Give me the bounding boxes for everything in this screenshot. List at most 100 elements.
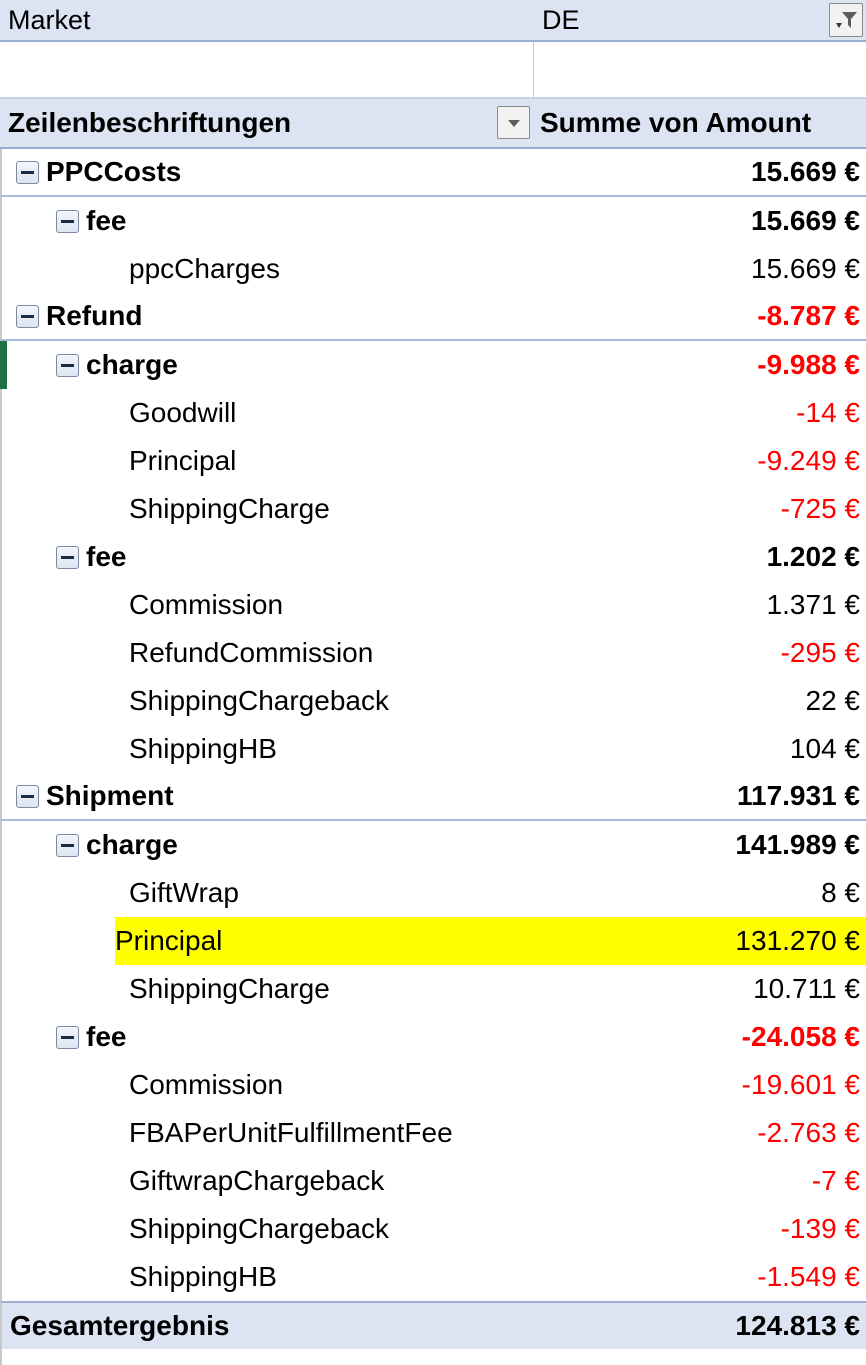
table-row[interactable]: fee 1.202 € xyxy=(0,533,866,581)
row-label-cell[interactable]: ShippingHB xyxy=(2,725,536,773)
table-row[interactable]: Commission 1.371 € xyxy=(0,581,866,629)
row-label-text: Principal xyxy=(115,925,223,956)
row-label-cell[interactable]: Commission xyxy=(2,581,536,629)
filter-selected-value[interactable]: DE xyxy=(534,6,866,34)
collapse-minus-icon[interactable] xyxy=(56,353,79,377)
row-value-cell: -9.249 € xyxy=(757,445,860,476)
row-label-cell[interactable]: fee xyxy=(2,197,536,245)
table-row[interactable]: charge -9.988 € xyxy=(0,341,866,389)
table-row[interactable]: ShippingHB -1.549 € xyxy=(0,1253,866,1301)
table-row[interactable]: Commission -19.601 € xyxy=(0,1061,866,1109)
collapse-minus-icon[interactable] xyxy=(16,304,39,328)
table-row[interactable]: GiftwrapChargeback -7 € xyxy=(0,1157,866,1205)
row-label-text: Principal xyxy=(129,445,237,476)
row-label-text: charge xyxy=(86,349,178,380)
row-label-text: Shipment xyxy=(46,780,174,811)
row-value-cell: -9.988 € xyxy=(757,349,860,380)
table-row[interactable]: ppcCharges 15.669 € xyxy=(0,245,866,293)
row-label-text: Refund xyxy=(46,300,143,331)
row-label-text: PPCCosts xyxy=(46,156,182,187)
row-label-cell[interactable]: ppcCharges xyxy=(2,245,536,293)
table-row[interactable]: ShippingHB 104 € xyxy=(0,725,866,773)
row-label-cell[interactable]: GiftwrapChargeback xyxy=(2,1157,536,1205)
row-value-cell: -7 € xyxy=(811,1165,860,1196)
table-row[interactable]: Principal -9.249 € xyxy=(0,437,866,485)
row-label-cell[interactable]: Shipment xyxy=(2,773,536,819)
row-value-cell: -8.787 € xyxy=(757,300,860,331)
collapse-minus-icon[interactable] xyxy=(16,160,39,184)
row-value-cell: 117.931 € xyxy=(736,780,860,811)
blank-cell-right[interactable] xyxy=(534,42,866,97)
table-row[interactable]: fee 15.669 € xyxy=(0,197,866,245)
row-value-cell: -24.058 € xyxy=(741,1021,860,1052)
table-row[interactable]: charge 141.989 € xyxy=(0,821,866,869)
value-column-header[interactable]: Summe von Amount xyxy=(534,109,866,137)
collapse-minus-icon[interactable] xyxy=(56,1025,79,1049)
table-row[interactable]: Goodwill -14 € xyxy=(0,389,866,437)
row-label-cell[interactable]: fee xyxy=(2,1013,536,1061)
table-row[interactable]: ShippingCharge -725 € xyxy=(0,485,866,533)
row-label-cell[interactable]: Commission xyxy=(2,1061,536,1109)
row-label-cell[interactable]: Goodwill xyxy=(2,389,536,437)
minus-bar xyxy=(21,794,34,798)
table-row[interactable]: FBAPerUnitFulfillmentFee -2.763 € xyxy=(0,1109,866,1157)
collapse-minus-icon[interactable] xyxy=(56,833,79,857)
row-label-cell[interactable]: Principal xyxy=(2,917,536,965)
table-row[interactable]: RefundCommission -295 € xyxy=(0,629,866,677)
row-labels-header[interactable]: Zeilenbeschriftungen xyxy=(0,99,534,147)
row-value-cell: 15.669 € xyxy=(751,156,860,187)
collapse-minus-icon[interactable] xyxy=(56,209,79,233)
row-label-cell[interactable]: charge xyxy=(2,821,536,869)
row-labels-header-text: Zeilenbeschriftungen xyxy=(8,107,292,138)
table-row[interactable]: fee -24.058 € xyxy=(0,1013,866,1061)
row-label-cell[interactable]: Principal xyxy=(2,437,536,485)
row-value-cell: -1.549 € xyxy=(757,1261,860,1292)
row-label-text: RefundCommission xyxy=(129,637,374,668)
row-label-cell[interactable]: ShippingCharge xyxy=(2,485,536,533)
collapse-minus-icon[interactable] xyxy=(56,545,79,569)
grand-total-label: Gesamtergebnis xyxy=(10,1310,230,1341)
table-row[interactable]: ShippingChargeback -139 € xyxy=(0,1205,866,1253)
row-label-cell[interactable]: ShippingChargeback xyxy=(2,1205,536,1253)
row-label-text: charge xyxy=(86,829,178,860)
blank-cell-left[interactable] xyxy=(0,42,534,97)
minus-bar xyxy=(61,219,74,223)
row-label-cell[interactable]: ShippingChargeback xyxy=(2,677,536,725)
row-label-text: fee xyxy=(86,205,127,236)
table-row[interactable]: Shipment 117.931 € xyxy=(0,773,866,821)
collapse-minus-icon[interactable] xyxy=(16,784,39,808)
row-label-text: ShippingCharge xyxy=(129,493,330,524)
grand-total-label-cell: Gesamtergebnis xyxy=(2,1303,536,1349)
table-row[interactable]: PPCCosts 15.669 € xyxy=(0,149,866,197)
row-label-cell[interactable]: RefundCommission xyxy=(2,629,536,677)
pivot-rows-container: PPCCosts 15.669 € fee 15.669 € ppcCharges 15.… xyxy=(0,149,866,1301)
row-label-cell[interactable]: fee xyxy=(2,533,536,581)
row-label-cell[interactable]: charge xyxy=(2,341,536,389)
row-label-cell[interactable]: ShippingHB xyxy=(2,1253,536,1301)
row-value-cell: 10.711 € xyxy=(753,973,860,1004)
row-label-text: Goodwill xyxy=(129,397,237,428)
row-value-cell: 22 € xyxy=(805,685,861,716)
minus-bar xyxy=(61,843,74,847)
table-row[interactable]: Principal 131.270 € xyxy=(0,917,866,965)
row-label-text: ShippingChargeback xyxy=(129,1213,389,1244)
row-label-cell[interactable]: Refund xyxy=(2,293,536,339)
table-row[interactable]: ShippingCharge 10.711 € xyxy=(0,965,866,1013)
blank-spacer-row xyxy=(0,42,866,99)
row-label-text: Commission xyxy=(129,589,284,620)
table-row[interactable]: GiftWrap 8 € xyxy=(0,869,866,917)
chevron-down-icon[interactable] xyxy=(497,106,530,139)
minus-bar xyxy=(61,363,74,367)
row-label-cell[interactable]: FBAPerUnitFulfillmentFee xyxy=(2,1109,536,1157)
row-label-cell[interactable]: GiftWrap xyxy=(2,869,536,917)
funnel-filter-icon[interactable] xyxy=(829,3,863,37)
pivot-page-filter-bar: Market DE xyxy=(0,0,866,42)
row-value-cell: -295 € xyxy=(780,637,860,668)
row-label-cell[interactable]: ShippingCharge xyxy=(2,965,536,1013)
row-label-text: GiftwrapChargeback xyxy=(129,1165,385,1196)
row-value-cell: -725 € xyxy=(780,493,860,524)
table-row[interactable]: Refund -8.787 € xyxy=(0,293,866,341)
table-row[interactable]: ShippingChargeback 22 € xyxy=(0,677,866,725)
row-label-cell[interactable]: PPCCosts xyxy=(2,149,536,195)
row-value-cell: 1.371 € xyxy=(766,589,860,620)
